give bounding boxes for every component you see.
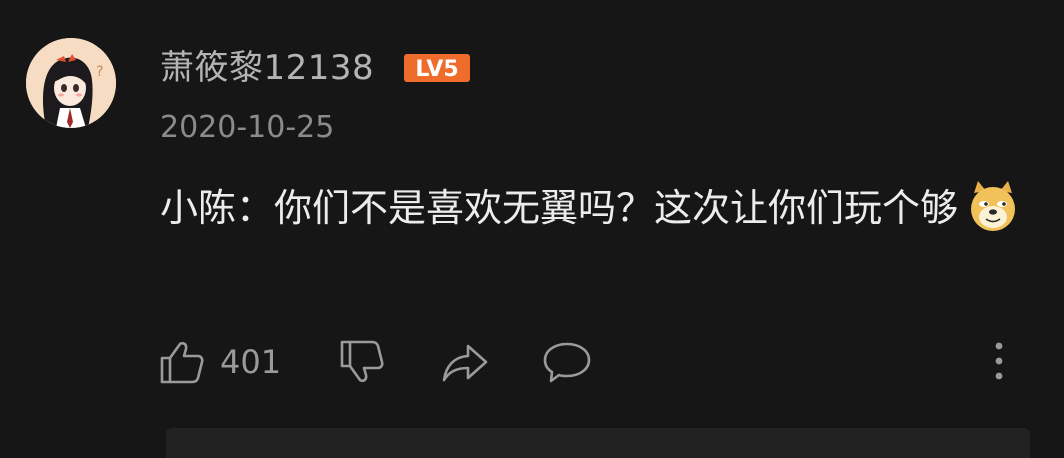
level-text: LV5 <box>415 57 458 82</box>
more-vertical-icon <box>995 342 1003 380</box>
comment-item: ? 萧筱黎12138 LV5 2020-10-25 小陈：你们不是喜欢无翼吗？这… <box>0 0 1064 458</box>
comment-date: 2020-10-25 <box>160 110 335 145</box>
username[interactable]: 萧筱黎12138 <box>160 46 374 90</box>
level-badge: LV5 <box>404 54 470 82</box>
doge-emoji-icon <box>966 179 1020 233</box>
comment-icon <box>543 342 591 383</box>
share-icon <box>442 344 488 382</box>
thumbs-down-icon <box>340 340 384 383</box>
dislike-button[interactable] <box>338 338 386 386</box>
comment-text-body: 小陈：你们不是喜欢无翼吗？这次让你们玩个够 <box>160 186 959 230</box>
avatar-image: ? <box>26 38 116 128</box>
share-button[interactable] <box>440 338 490 386</box>
thumbs-up-icon <box>160 341 204 384</box>
replies-preview-box[interactable] <box>166 428 1030 458</box>
more-button[interactable] <box>984 338 1014 386</box>
avatar[interactable]: ? <box>26 38 116 128</box>
like-button[interactable]: 401 <box>158 338 281 386</box>
svg-text:?: ? <box>96 64 103 80</box>
reply-button[interactable] <box>542 338 592 386</box>
comment-text: 小陈：你们不是喜欢无翼吗？这次让你们玩个够 <box>160 178 1030 238</box>
like-count: 401 <box>220 343 282 381</box>
